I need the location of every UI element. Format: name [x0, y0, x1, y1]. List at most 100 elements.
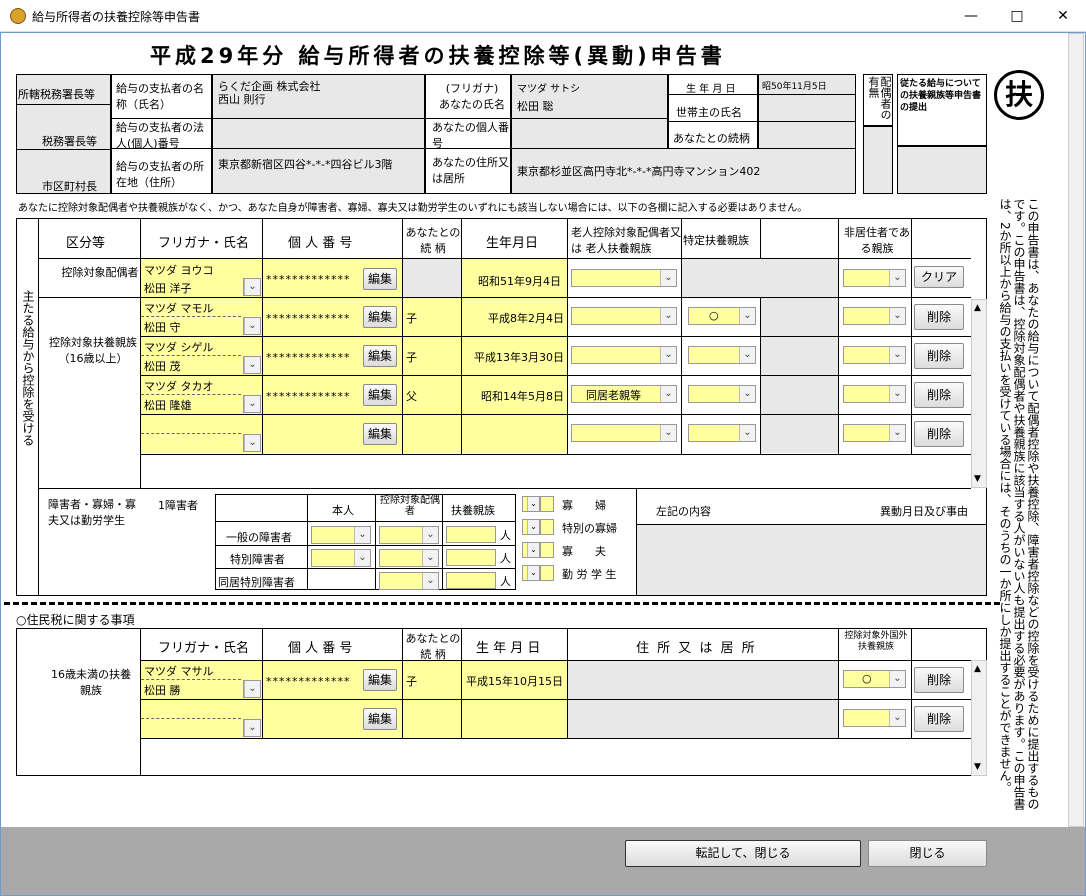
res-edit-button[interactable]: 編集 — [363, 708, 397, 730]
dep-kana[interactable]: マツダ シゲル — [144, 339, 214, 355]
widower-check-arrow[interactable] — [540, 542, 554, 558]
dep-birth[interactable]: 平成8年2月4日 — [462, 310, 564, 326]
res-flag-select[interactable]: ⌄ ○ — [843, 670, 906, 688]
dep-specific-select[interactable]: ⌄ — [688, 424, 756, 442]
resident-scrollbar[interactable] — [971, 660, 987, 776]
dep-edit-button[interactable]: 編集 — [363, 345, 397, 367]
dep-elderly-select[interactable]: ⌄ 同居老親等 — [571, 385, 677, 403]
dependents-scrollbar[interactable] — [971, 299, 987, 488]
dep-nonresident-select[interactable]: ⌄ — [843, 424, 906, 442]
res-delete-button[interactable]: 削除 — [914, 667, 964, 693]
spouse-value-cell[interactable] — [863, 126, 893, 194]
dep-specific-select[interactable]: ⌄ — [688, 385, 756, 403]
dep-delete-button[interactable]: 削除 — [914, 304, 964, 330]
chevron-down-icon: ⌄ — [889, 671, 905, 687]
spouse-name[interactable]: 松田 洋子 — [144, 280, 192, 296]
dis-special-self[interactable]: ⌄ — [311, 549, 371, 567]
dep-specific-select[interactable]: ⌄ ○ — [688, 307, 756, 325]
dis-general-spouse[interactable]: ⌄ — [379, 526, 439, 544]
dep-relation[interactable]: 父 — [406, 388, 417, 404]
dep-name[interactable]: 松田 守 — [144, 319, 181, 335]
res-name-dropdown[interactable]: ⌄ — [243, 719, 261, 737]
res-relation[interactable]: 子 — [406, 673, 417, 689]
scroll-down-icon[interactable]: ▼ — [974, 474, 981, 484]
self-address-value[interactable]: 東京都杉並区高円寺北*-*-*高円寺マンション402 — [517, 163, 760, 179]
dep-nonresident-select[interactable]: ⌄ — [843, 307, 906, 325]
dep-birth[interactable]: 昭和14年5月8日 — [462, 388, 564, 404]
dis-cohabit-spouse[interactable]: ⌄ — [379, 572, 439, 590]
dep-relation[interactable]: 子 — [406, 310, 417, 326]
dep-name[interactable]: 松田 隆雄 — [144, 397, 192, 413]
dis-special-count[interactable] — [446, 549, 496, 566]
dep-name-dropdown[interactable]: ⌄ — [243, 356, 261, 374]
dis-general-count[interactable] — [446, 526, 496, 543]
dep-kana[interactable]: マツダ マモル — [144, 300, 214, 316]
spouse-clear-button[interactable]: クリア — [914, 266, 964, 288]
spouse-edit-button[interactable]: 編集 — [363, 268, 397, 290]
self-furigana-value[interactable]: マツダ サトシ — [517, 80, 580, 95]
res-scroll-up-icon[interactable]: ▲ — [974, 664, 981, 674]
dep-delete-button[interactable]: 削除 — [914, 382, 964, 408]
scroll-up-icon[interactable]: ▲ — [974, 303, 981, 313]
widow-check-arrow[interactable] — [540, 496, 554, 512]
res-address-cell[interactable] — [568, 661, 838, 699]
res-address-cell[interactable] — [568, 700, 838, 738]
dep-nonresident-select[interactable]: ⌄ — [843, 346, 906, 364]
transcribe-close-button[interactable]: 転記して、閉じる — [625, 840, 861, 867]
main-payer-value-cell[interactable] — [897, 146, 987, 194]
res-edit-button[interactable]: 編集 — [363, 669, 397, 691]
payer-address-value[interactable]: 東京都新宿区四谷*-*-*四谷ビル3階 — [218, 156, 392, 172]
dep-elderly-select[interactable]: ⌄ — [571, 424, 677, 442]
close-window-button[interactable]: ✕ — [1040, 0, 1086, 32]
birth-value[interactable]: 昭50年11月5日 — [762, 79, 827, 92]
close-button[interactable]: 閉じる — [868, 840, 987, 867]
dep-name-dropdown[interactable]: ⌄ — [243, 434, 261, 452]
dep-kana[interactable]: マツダ タカオ — [144, 378, 214, 394]
spouse-kana[interactable]: マツダ ヨウコ — [144, 262, 214, 278]
spouse-birth[interactable]: 昭和51年9月4日 — [478, 273, 561, 289]
student-check-arrow[interactable] — [540, 565, 554, 581]
payer-name-value[interactable]: らくだ企画 株式会社 西山 則行 — [218, 80, 321, 106]
dep-specific-select[interactable]: ⌄ — [688, 346, 756, 364]
spouse-name-dropdown[interactable]: ⌄ — [243, 278, 261, 296]
res-name-dropdown[interactable]: ⌄ — [243, 680, 261, 698]
dis-general-self[interactable]: ⌄ — [311, 526, 371, 544]
dis-cohabit-count[interactable] — [446, 572, 496, 589]
content-input[interactable] — [637, 524, 986, 595]
self-name-value[interactable]: 松田 聡 — [517, 98, 554, 114]
dep-edit-button[interactable]: 編集 — [363, 306, 397, 328]
minimize-button[interactable]: — — [948, 0, 994, 32]
dep-delete-button[interactable]: 削除 — [914, 343, 964, 369]
dep-relation[interactable]: 子 — [406, 349, 417, 365]
widow-check[interactable]: ⌄ — [522, 496, 540, 512]
res-birth[interactable]: 平成15年10月15日 — [466, 673, 563, 689]
res-kana[interactable]: マツダ マサル — [144, 663, 214, 679]
fu-mark: 扶 — [994, 70, 1044, 120]
window-scrollbar[interactable] — [1068, 33, 1084, 827]
dep-delete-button[interactable]: 削除 — [914, 421, 964, 447]
dep-edit-button[interactable]: 編集 — [363, 384, 397, 406]
student-check[interactable]: ⌄ — [522, 565, 540, 581]
dis-special-spouse[interactable]: ⌄ — [379, 549, 439, 567]
dep-edit-button[interactable]: 編集 — [363, 423, 397, 445]
col-elderly: 老人控除対象配偶者又は 老人扶養親族 — [571, 226, 681, 255]
dis-unit-2: 人 — [500, 552, 511, 565]
dep-name[interactable]: 松田 茂 — [144, 358, 181, 374]
special-widow-check[interactable]: ⌄ — [522, 519, 540, 535]
spouse-elderly-select[interactable]: ⌄ — [571, 269, 677, 287]
dep-elderly-select[interactable]: ⌄ — [571, 307, 677, 325]
res-flag-select[interactable]: ⌄ — [843, 709, 906, 727]
res-name[interactable]: 松田 勝 — [144, 682, 181, 698]
dep-elderly-select[interactable]: ⌄ — [571, 346, 677, 364]
dep-name-dropdown[interactable]: ⌄ — [243, 395, 261, 413]
spouse-nonresident-select[interactable]: ⌄ — [843, 269, 906, 287]
res-delete-button[interactable]: 削除 — [914, 706, 964, 732]
spouse-label: 配偶者の有無 — [867, 76, 892, 120]
dep-birth[interactable]: 平成13年3月30日 — [462, 349, 564, 365]
maximize-button[interactable]: □ — [994, 0, 1040, 32]
res-scroll-down-icon[interactable]: ▼ — [974, 762, 981, 772]
widower-check[interactable]: ⌄ — [522, 542, 540, 558]
dep-nonresident-select[interactable]: ⌄ — [843, 385, 906, 403]
dep-name-dropdown[interactable]: ⌄ — [243, 317, 261, 335]
special-widow-check-arrow[interactable] — [540, 519, 554, 535]
